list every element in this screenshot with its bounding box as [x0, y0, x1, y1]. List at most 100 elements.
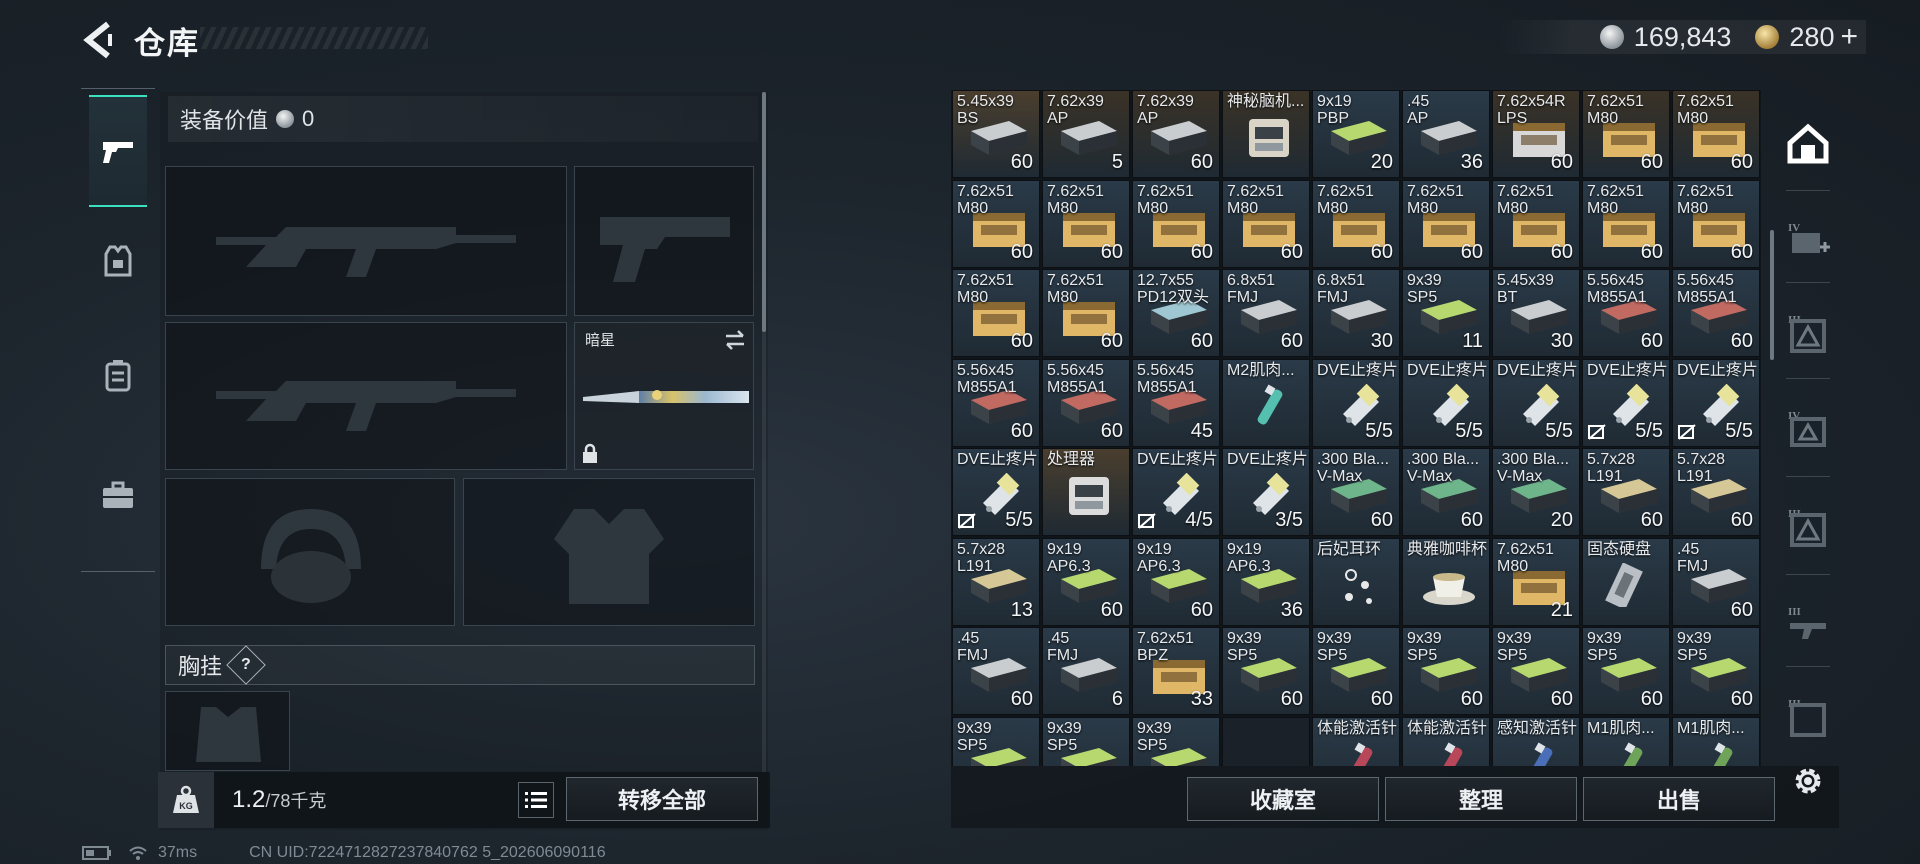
- help-button[interactable]: ?: [226, 645, 266, 685]
- inventory-item[interactable]: 9x39 SP5 60: [1402, 627, 1490, 715]
- inventory-item[interactable]: .300 Bla... V-Max 60: [1312, 448, 1400, 536]
- inventory-item[interactable]: 5.7x28 L191 60: [1582, 448, 1670, 536]
- inventory-item[interactable]: 6.8x51 FMJ 60: [1222, 269, 1310, 357]
- inventory-item[interactable]: DVE止疼片 4/5: [1132, 448, 1220, 536]
- storage-tab-case-4[interactable]: III: [1778, 682, 1838, 752]
- melee-slot[interactable]: 暗星: [574, 322, 754, 470]
- inventory-item[interactable]: 5.56x45 M855A1 60: [1582, 269, 1670, 357]
- organize-button[interactable]: 整理: [1385, 777, 1577, 821]
- empty-inventory-slot[interactable]: [1222, 716, 1310, 766]
- inventory-item[interactable]: .45 FMJ 6: [1042, 627, 1130, 715]
- armor-slot[interactable]: [463, 478, 755, 626]
- tab-case[interactable]: [89, 441, 147, 549]
- inventory-item[interactable]: DVE止疼片 5/5: [1312, 358, 1400, 447]
- inventory-item[interactable]: 5.56x45 M855A1 45: [1132, 358, 1220, 447]
- collection-room-button[interactable]: 收藏室: [1187, 777, 1379, 821]
- inventory-item[interactable]: 9x19 PBP 20: [1312, 90, 1400, 178]
- inventory-item[interactable]: 7.62x51 M80 60: [1582, 90, 1670, 178]
- equipment-scrollbar[interactable]: [762, 92, 766, 332]
- inventory-item[interactable]: .45 AP 36: [1402, 90, 1490, 178]
- add-currency-button[interactable]: +: [1840, 20, 1858, 54]
- storage-tab-weapon-case[interactable]: III: [1778, 588, 1838, 658]
- inventory-item[interactable]: 7.62x51 M80 60: [1492, 179, 1580, 268]
- inventory-item[interactable]: 固态硬盘: [1582, 537, 1670, 626]
- primary-weapon-slot[interactable]: [165, 166, 567, 316]
- inventory-item[interactable]: 5.56x45 M855A1 60: [952, 358, 1040, 447]
- inventory-item[interactable]: 9x39 SP5 60: [1312, 627, 1400, 715]
- inventory-item[interactable]: 7.62x51 M80 60: [952, 179, 1040, 268]
- sell-button[interactable]: 出售: [1583, 777, 1775, 821]
- tab-weapons[interactable]: [89, 95, 147, 207]
- swap-icon[interactable]: [723, 329, 747, 351]
- inventory-item[interactable]: 9x39 SP5 60: [1222, 627, 1310, 715]
- inventory-item[interactable]: 7.62x51 M80 60: [1402, 179, 1490, 268]
- inventory-item[interactable]: 7.62x51 M80 60: [1582, 179, 1670, 268]
- inventory-item[interactable]: 体能激活针: [1312, 716, 1400, 766]
- inventory-item[interactable]: 体能激活针: [1402, 716, 1490, 766]
- inventory-item[interactable]: 9x19 AP6.3 60: [1132, 537, 1220, 626]
- pistol-slot[interactable]: [574, 166, 754, 316]
- inventory-item[interactable]: 5.56x45 M855A1 60: [1672, 269, 1760, 357]
- transfer-all-button[interactable]: 转移全部: [566, 777, 758, 821]
- inventory-item[interactable]: 5.45x39 BT 30: [1492, 269, 1580, 357]
- storage-tab-case-1[interactable]: III: [1778, 298, 1838, 368]
- inventory-item[interactable]: 9x19 AP6.3 60: [1042, 537, 1130, 626]
- inventory-item[interactable]: 5.56x45 M855A1 60: [1042, 358, 1130, 447]
- tab-armor[interactable]: [89, 207, 147, 315]
- inventory-item[interactable]: 9x39 SP5 60: [1672, 627, 1760, 715]
- storage-tab-case-2[interactable]: IV: [1778, 394, 1838, 464]
- inventory-item[interactable]: 处理器: [1042, 448, 1130, 536]
- inventory-item[interactable]: 5.7x28 L191 13: [952, 537, 1040, 626]
- inventory-item[interactable]: DVE止疼片 5/5: [1582, 358, 1670, 447]
- inventory-item[interactable]: 7.62x51 BPZ 33: [1132, 627, 1220, 715]
- inventory-item[interactable]: DVE止疼片 5/5: [1402, 358, 1490, 447]
- inventory-item[interactable]: 神秘脑机...: [1222, 90, 1310, 178]
- inventory-item[interactable]: 7.62x51 M80 60: [1672, 179, 1760, 268]
- inventory-item[interactable]: 9x39 SP5: [1042, 716, 1130, 766]
- inventory-item[interactable]: .45 FMJ 60: [1672, 537, 1760, 626]
- inventory-item[interactable]: DVE止疼片 5/5: [1492, 358, 1580, 447]
- tab-rig[interactable]: [89, 321, 147, 429]
- secondary-weapon-slot[interactable]: [165, 322, 567, 470]
- inventory-item[interactable]: 9x39 SP5: [952, 716, 1040, 766]
- inventory-item[interactable]: 9x19 AP6.3 36: [1222, 537, 1310, 626]
- inventory-scrollbar[interactable]: [1770, 230, 1774, 360]
- back-button[interactable]: [80, 20, 120, 60]
- inventory-item[interactable]: 6.8x51 FMJ 30: [1312, 269, 1400, 357]
- inventory-item[interactable]: 典雅咖啡杯: [1402, 537, 1490, 626]
- inventory-item[interactable]: 9x39 SP5 60: [1492, 627, 1580, 715]
- settings-button[interactable]: [1778, 746, 1838, 816]
- chest-rig-slot[interactable]: [165, 691, 290, 771]
- list-view-button[interactable]: [518, 782, 554, 818]
- inventory-item[interactable]: DVE止疼片 5/5: [952, 448, 1040, 536]
- inventory-item[interactable]: 9x39 SP5 11: [1402, 269, 1490, 357]
- inventory-item[interactable]: M2肌肉...: [1222, 358, 1310, 447]
- inventory-item[interactable]: 7.62x39 AP 5: [1042, 90, 1130, 178]
- inventory-item[interactable]: 7.62x51 M80 60: [1222, 179, 1310, 268]
- helmet-slot[interactable]: [165, 478, 455, 626]
- inventory-item[interactable]: 感知激活针: [1492, 716, 1580, 766]
- inventory-item[interactable]: 9x39 SP5 60: [1582, 627, 1670, 715]
- inventory-item[interactable]: M1肌肉...: [1582, 716, 1670, 766]
- inventory-item[interactable]: 7.62x51 M80 21: [1492, 537, 1580, 626]
- inventory-item[interactable]: 7.62x51 M80 60: [1672, 90, 1760, 178]
- inventory-item[interactable]: 9x39 SP5: [1132, 716, 1220, 766]
- inventory-item[interactable]: M1肌肉...: [1672, 716, 1760, 766]
- inventory-item[interactable]: 7.62x51 M80 60: [1042, 269, 1130, 357]
- inventory-item[interactable]: 7.62x51 M80 60: [1312, 179, 1400, 268]
- inventory-item[interactable]: 7.62x54R LPS 60: [1492, 90, 1580, 178]
- inventory-item[interactable]: .300 Bla... V-Max 60: [1402, 448, 1490, 536]
- inventory-item[interactable]: .300 Bla... V-Max 20: [1492, 448, 1580, 536]
- inventory-item[interactable]: DVE止疼片 5/5: [1672, 358, 1760, 447]
- inventory-item[interactable]: 7.62x51 M80 60: [1042, 179, 1130, 268]
- inventory-item[interactable]: .45 FMJ 60: [952, 627, 1040, 715]
- inventory-item[interactable]: 7.62x39 AP 60: [1132, 90, 1220, 178]
- storage-tab-add[interactable]: IV: [1778, 204, 1838, 274]
- inventory-item[interactable]: 12.7x55 PD12双头 60: [1132, 269, 1220, 357]
- inventory-item[interactable]: 5.45x39 BS 60: [952, 90, 1040, 178]
- inventory-item[interactable]: DVE止疼片 3/5: [1222, 448, 1310, 536]
- storage-tab-case-3[interactable]: III: [1778, 492, 1838, 562]
- inventory-item[interactable]: 5.7x28 L191 60: [1672, 448, 1760, 536]
- storage-tab-shelter[interactable]: [1778, 109, 1838, 179]
- inventory-item[interactable]: 后妃耳环: [1312, 537, 1400, 626]
